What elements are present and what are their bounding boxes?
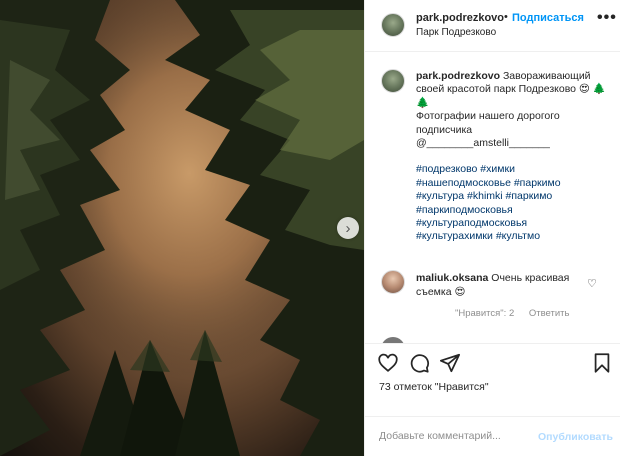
post-location-link[interactable]: Парк Подрезково bbox=[416, 27, 496, 38]
post-photo[interactable]: › bbox=[0, 0, 364, 456]
carousel-next-button[interactable]: › bbox=[337, 217, 359, 239]
hashtag-link[interactable]: #культурахимки bbox=[416, 230, 493, 242]
comment: maliuk.oksana Очень красивая съемка 😍 bbox=[416, 271, 586, 299]
caption-avatar[interactable] bbox=[381, 69, 405, 93]
hashtag-link[interactable]: #химки bbox=[480, 163, 515, 175]
more-options-icon[interactable]: ••• bbox=[597, 9, 617, 27]
add-comment-bar: Опубликовать bbox=[365, 416, 620, 456]
hashtag-list: #подрезково #химки #нашеподмосковье #пар… bbox=[416, 163, 606, 243]
follow-button[interactable]: Подписаться bbox=[512, 12, 584, 24]
likes-count[interactable]: 73 отметок "Нравится" bbox=[379, 381, 489, 393]
hashtag-link[interactable]: #khimki bbox=[467, 190, 503, 202]
post-actions-bar: 73 отметок "Нравится" bbox=[365, 343, 620, 401]
post-author-username[interactable]: park.podrezkovo bbox=[416, 12, 504, 24]
comment-bubble-icon[interactable] bbox=[408, 352, 430, 374]
forest-photo-image bbox=[0, 0, 364, 456]
comments-section[interactable]: park.podrezkovo Завораживающий своей кра… bbox=[365, 53, 620, 343]
hashtag-link[interactable]: #паркимо bbox=[506, 190, 553, 202]
comment-likes-count[interactable]: "Нравится": 2 bbox=[455, 308, 514, 319]
reply-button[interactable]: Ответить bbox=[529, 308, 570, 319]
separator-dot: • bbox=[504, 11, 508, 23]
caption-text-credit: Фотографии нашего дорогого подписчика @_… bbox=[416, 110, 560, 150]
post-caption: park.podrezkovo Завораживающий своей кра… bbox=[416, 70, 606, 244]
heart-outline-icon[interactable]: ♡ bbox=[587, 277, 597, 290]
avatar[interactable] bbox=[381, 13, 405, 37]
paper-plane-icon[interactable] bbox=[439, 352, 461, 374]
comment-meta: "Нравится": 2 Ответить bbox=[455, 308, 569, 319]
hashtag-link[interactable]: #культураподмосковья bbox=[416, 217, 527, 229]
caption-username[interactable]: park.podrezkovo bbox=[416, 70, 500, 82]
hashtag-link[interactable]: #паркиподмосковья bbox=[416, 204, 513, 216]
publish-button[interactable]: Опубликовать bbox=[538, 431, 613, 443]
post-side-panel: park.podrezkovo • Подписаться Парк Подре… bbox=[364, 0, 620, 456]
heart-outline-icon[interactable] bbox=[377, 352, 399, 374]
comment-input[interactable] bbox=[379, 430, 524, 442]
hashtag-link[interactable]: #нашеподмосковье bbox=[416, 177, 511, 189]
hashtag-link[interactable]: #паркимо bbox=[514, 177, 561, 189]
chevron-right-icon: › bbox=[345, 219, 351, 237]
bookmark-icon[interactable] bbox=[591, 352, 613, 374]
hashtag-link[interactable]: #культмо bbox=[496, 230, 540, 242]
hashtag-link[interactable]: #подрезково bbox=[416, 163, 477, 175]
post-header: park.podrezkovo • Подписаться Парк Подре… bbox=[365, 0, 620, 52]
commenter-username[interactable]: maliuk.oksana bbox=[416, 272, 488, 284]
hashtag-link[interactable]: #культура bbox=[416, 190, 464, 202]
commenter-avatar[interactable] bbox=[381, 270, 405, 294]
